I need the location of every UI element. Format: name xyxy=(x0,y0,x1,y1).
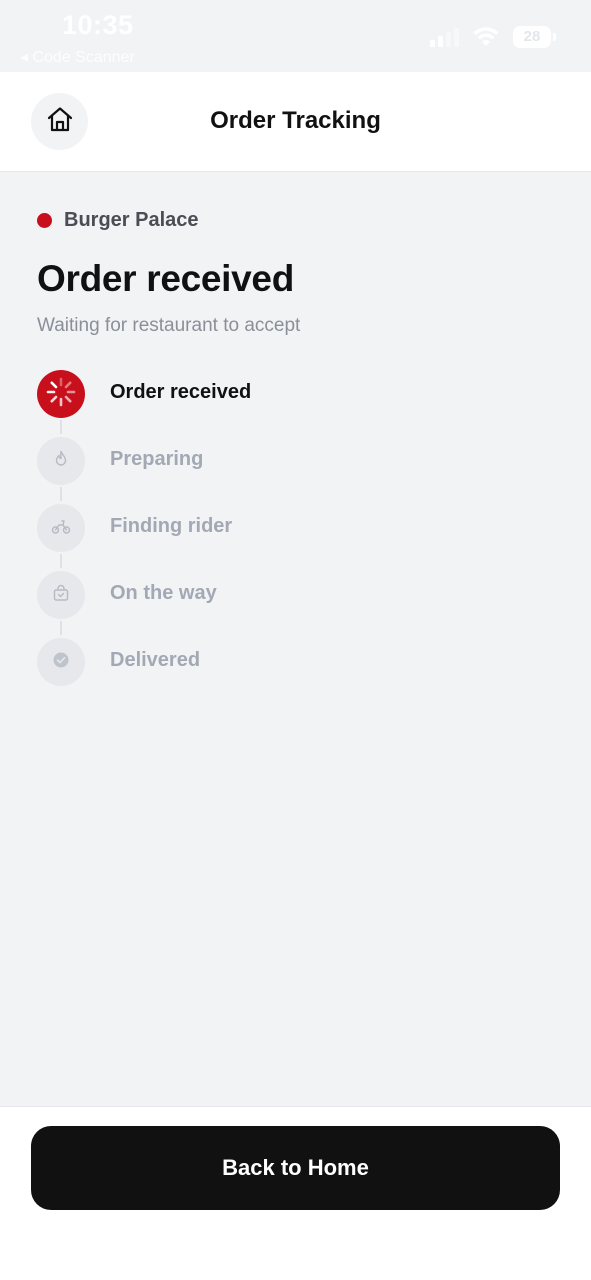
step-circle xyxy=(37,370,85,418)
wifi-icon xyxy=(473,27,499,47)
order-progress-steps: Order received Preparing Finding rider O… xyxy=(37,370,537,705)
step-connector xyxy=(60,420,62,434)
battery-icon: 28 xyxy=(513,26,556,48)
back-to-home-button[interactable]: Back to Home xyxy=(31,1126,560,1210)
page-title: Order Tracking xyxy=(210,107,381,134)
step-connector xyxy=(60,487,62,501)
cellular-signal-icon xyxy=(430,27,459,47)
step-label: Finding rider xyxy=(110,515,233,537)
status-bar: 10:35 ◂ Code Scanner 28 xyxy=(0,0,591,72)
restaurant-status-dot xyxy=(37,213,52,228)
spinner-icon xyxy=(45,376,77,413)
restaurant-info: Burger Palace xyxy=(37,209,199,232)
step-preparing: Preparing xyxy=(37,437,537,504)
step-order-received: Order received xyxy=(37,370,537,437)
step-circle xyxy=(37,571,85,619)
flame-icon xyxy=(52,450,70,473)
footer: Back to Home xyxy=(0,1106,591,1280)
step-label: Order received xyxy=(110,381,252,403)
restaurant-name: Burger Palace xyxy=(64,209,199,231)
step-label: On the way xyxy=(110,582,217,604)
step-label: Preparing xyxy=(110,448,204,470)
step-finding-rider: Finding rider xyxy=(37,504,537,571)
step-connector xyxy=(60,554,62,568)
step-circle xyxy=(37,437,85,485)
bike-icon xyxy=(51,517,71,540)
order-status-title: Order received xyxy=(37,258,295,299)
status-indicators: 28 xyxy=(430,26,556,48)
order-tracking-screen: 10:35 ◂ Code Scanner 28 Order Tracking B… xyxy=(0,0,591,1280)
step-circle xyxy=(37,504,85,552)
check-circle-icon xyxy=(52,651,70,674)
status-time: 10:35 xyxy=(62,10,134,40)
bag-icon xyxy=(52,584,70,607)
app-header: Order Tracking xyxy=(0,72,591,172)
order-status-subtitle: Waiting for restaurant to accept xyxy=(37,315,301,336)
step-circle xyxy=(37,638,85,686)
step-connector xyxy=(60,621,62,635)
back-to-app-link[interactable]: ◂ Code Scanner xyxy=(20,47,135,67)
step-label: Delivered xyxy=(110,649,201,671)
step-delivered: Delivered xyxy=(37,638,537,705)
step-on-the-way: On the way xyxy=(37,571,537,638)
